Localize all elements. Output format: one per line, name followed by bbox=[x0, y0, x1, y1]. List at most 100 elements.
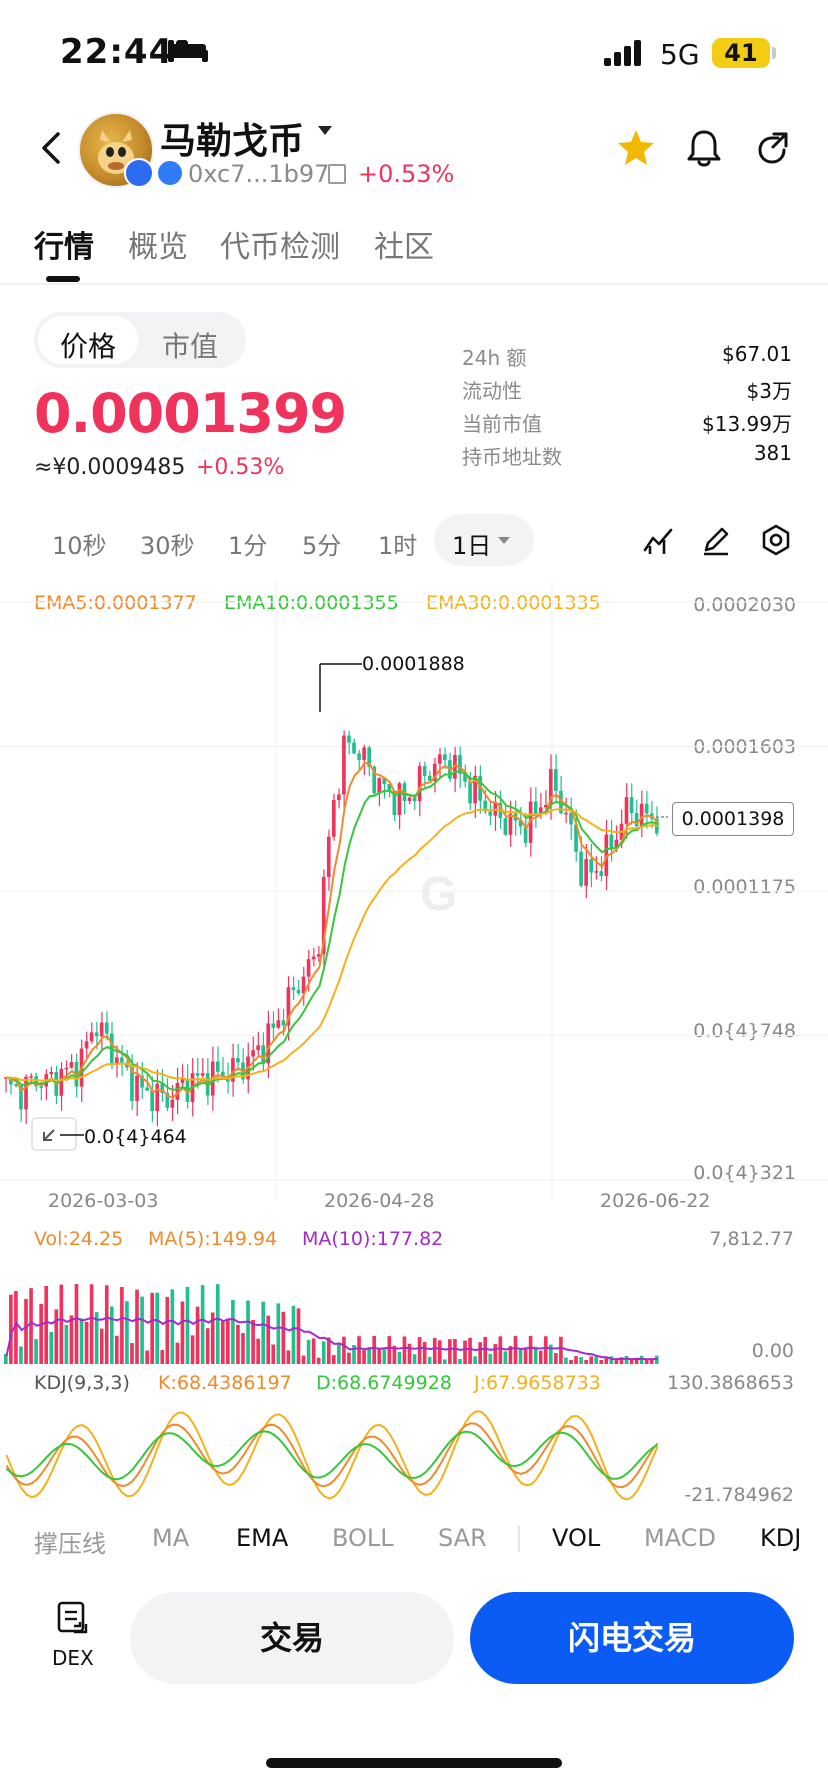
candle-body bbox=[624, 797, 629, 824]
stat-value-mcap: $13.99万 bbox=[702, 412, 792, 436]
toggle-price[interactable]: 价格 bbox=[60, 325, 116, 365]
kdj-chart bbox=[5, 1410, 659, 1501]
volume-bar bbox=[29, 1288, 33, 1364]
volume-bar bbox=[569, 1360, 573, 1364]
candle-body bbox=[579, 851, 583, 886]
share-icon[interactable] bbox=[756, 130, 792, 166]
indicator-icon[interactable] bbox=[642, 524, 674, 556]
indicator-vol[interactable]: VOL bbox=[552, 1524, 600, 1552]
volume-bar bbox=[59, 1284, 64, 1364]
volume-bar bbox=[261, 1301, 265, 1364]
candle-body bbox=[362, 747, 366, 760]
volume-bar bbox=[589, 1356, 593, 1364]
tab-token-check[interactable]: 代币检测 bbox=[220, 222, 340, 266]
vol-legend: Vol:24.25 bbox=[34, 1228, 124, 1250]
token-name[interactable]: 马勒戈币 bbox=[160, 112, 304, 164]
volume-bar bbox=[236, 1324, 240, 1364]
volume-bar bbox=[513, 1336, 518, 1364]
candle-body bbox=[251, 1050, 255, 1057]
volume-bar bbox=[220, 1321, 225, 1364]
kdj-k: K:68.4386197 bbox=[158, 1372, 292, 1394]
indicator-sar[interactable]: SAR bbox=[438, 1524, 487, 1552]
volume-bar bbox=[538, 1350, 543, 1364]
vol-y-min: 0.00 bbox=[751, 1340, 794, 1362]
candle-body bbox=[347, 735, 351, 743]
volume-bar bbox=[180, 1301, 185, 1364]
dex-label[interactable]: DEX bbox=[52, 1646, 94, 1670]
current-price: 0.0001399 bbox=[34, 382, 347, 445]
volume-bar bbox=[407, 1343, 412, 1364]
header-divider bbox=[0, 283, 828, 285]
low-marker-line bbox=[60, 1134, 84, 1136]
volume-bar bbox=[69, 1315, 74, 1364]
kdj-y-min: -21.784962 bbox=[684, 1484, 794, 1506]
chevron-down-icon[interactable] bbox=[498, 537, 510, 544]
indicator-support-resistance[interactable]: 撑压线 bbox=[34, 1524, 106, 1559]
volume-bar bbox=[337, 1343, 341, 1364]
dex-icon[interactable] bbox=[56, 1600, 90, 1636]
timeframe-1d[interactable]: 1日 bbox=[452, 526, 491, 561]
star-icon[interactable] bbox=[616, 128, 656, 168]
bell-icon[interactable] bbox=[686, 128, 722, 168]
stat-value-holders: 381 bbox=[753, 441, 792, 465]
volume-bar bbox=[190, 1335, 195, 1364]
candle-body bbox=[170, 1099, 175, 1108]
copy-icon[interactable] bbox=[328, 164, 346, 184]
vol-ma5-legend: MA(5):149.94 bbox=[148, 1228, 278, 1250]
high-marker-label: 0.0001888 bbox=[362, 653, 465, 675]
volume-bar bbox=[39, 1303, 43, 1364]
timeframe-5m[interactable]: 5分 bbox=[302, 526, 341, 561]
candle-body bbox=[104, 1022, 109, 1034]
volume-bar bbox=[594, 1356, 599, 1364]
kdj-j: J:67.9658733 bbox=[474, 1372, 601, 1394]
indicator-boll[interactable]: BOLL bbox=[332, 1524, 394, 1552]
sleep-mode-icon bbox=[168, 40, 208, 62]
battery-icon: 41 bbox=[712, 38, 770, 68]
last-price-tag: 0.0001398 bbox=[672, 802, 794, 836]
volume-bar bbox=[44, 1285, 49, 1364]
tab-market[interactable]: 行情 bbox=[34, 222, 94, 266]
candle-body bbox=[94, 1032, 99, 1037]
trade-button[interactable]: 交易 bbox=[130, 1592, 454, 1684]
candle-body bbox=[69, 1062, 74, 1068]
tab-overview[interactable]: 概览 bbox=[128, 222, 188, 266]
candle-body bbox=[24, 1076, 28, 1110]
timeframe-30s[interactable]: 30秒 bbox=[140, 526, 195, 561]
chevron-down-icon[interactable] bbox=[318, 126, 332, 135]
draw-pen-icon[interactable] bbox=[700, 524, 732, 556]
volume-bar bbox=[145, 1350, 149, 1364]
volume-bar bbox=[64, 1324, 69, 1364]
candle-body bbox=[306, 959, 311, 977]
volume-chart bbox=[4, 1284, 659, 1364]
volume-bar bbox=[412, 1354, 417, 1364]
volume-bar bbox=[175, 1342, 180, 1364]
toggle-mcap[interactable]: 市值 bbox=[162, 325, 218, 365]
candle-body bbox=[180, 1079, 185, 1083]
volume-bar bbox=[231, 1300, 235, 1364]
chain-icon bbox=[158, 161, 182, 185]
flash-trade-button[interactable]: 闪电交易 bbox=[470, 1592, 794, 1684]
timeframe-1h[interactable]: 1时 bbox=[378, 526, 417, 561]
candle-body bbox=[64, 1067, 69, 1070]
volume-bar bbox=[291, 1305, 296, 1364]
battery-tip bbox=[772, 47, 776, 59]
candle-body bbox=[468, 781, 472, 804]
timeframe-1m[interactable]: 1分 bbox=[228, 526, 267, 561]
timeframe-10s[interactable]: 10秒 bbox=[52, 526, 107, 561]
tab-community[interactable]: 社区 bbox=[374, 222, 434, 266]
indicator-macd[interactable]: MACD bbox=[644, 1524, 716, 1552]
candle-body bbox=[417, 766, 422, 802]
settings-icon[interactable] bbox=[760, 524, 792, 556]
indicator-separator bbox=[518, 1526, 520, 1552]
volume-bar bbox=[19, 1346, 23, 1364]
volume-bar bbox=[150, 1292, 154, 1364]
indicator-kdj[interactable]: KDJ bbox=[760, 1524, 801, 1552]
volume-bar bbox=[301, 1355, 306, 1364]
candle-body bbox=[644, 803, 649, 814]
volume-bar bbox=[473, 1356, 477, 1364]
volume-bar bbox=[342, 1336, 346, 1364]
back-icon[interactable] bbox=[36, 130, 64, 166]
indicator-ma[interactable]: MA bbox=[152, 1524, 189, 1552]
candle-body bbox=[639, 803, 644, 827]
indicator-ema[interactable]: EMA bbox=[236, 1524, 288, 1552]
